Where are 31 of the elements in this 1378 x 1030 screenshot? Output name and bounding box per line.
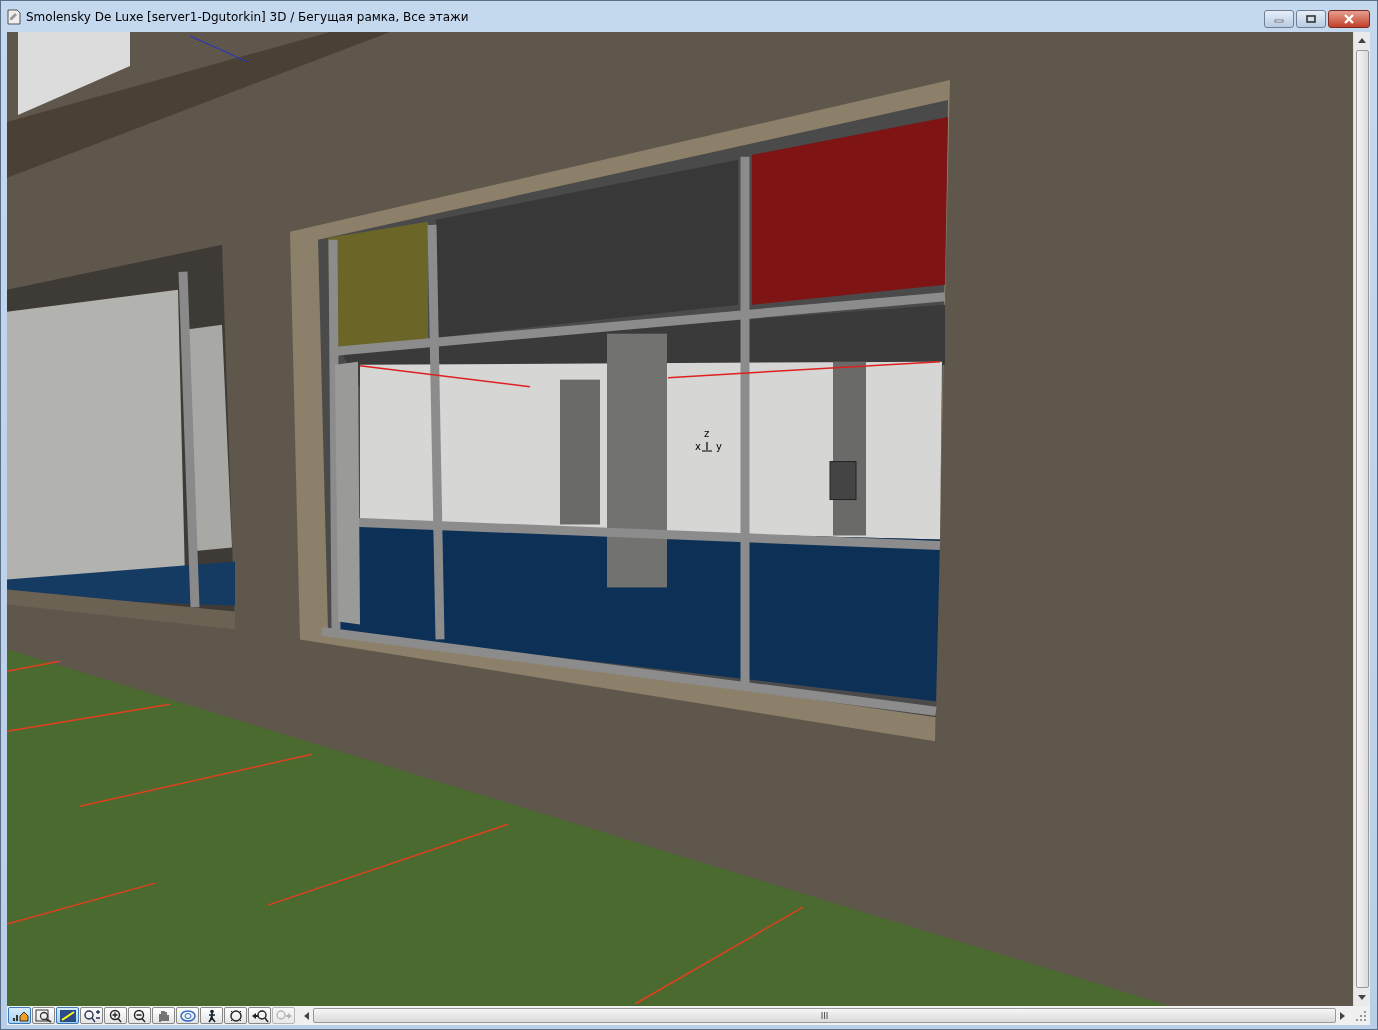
toolbar-button[interactable] — [32, 1007, 55, 1024]
toolbar-button[interactable] — [224, 1007, 247, 1024]
axis-label: z — [704, 429, 710, 439]
toolbar-button[interactable] — [8, 1007, 31, 1024]
document-icon — [7, 8, 21, 25]
scroll-down-icon[interactable] — [1358, 995, 1366, 1001]
toolbar-button[interactable] — [200, 1007, 223, 1024]
scroll-right-icon[interactable] — [1340, 1011, 1346, 1020]
close-button[interactable] — [1328, 10, 1370, 28]
forward-zoom-icon — [274, 1008, 293, 1023]
orbit-icon — [178, 1008, 197, 1023]
zoom-icon — [82, 1008, 101, 1023]
vertical-scrollbar[interactable] — [1353, 32, 1370, 1006]
axis-label: y — [716, 442, 722, 452]
window-title: Smolensky De Luxe [server1-Dgutorkin] 3D / Бегущая рамка, Все этажи — [26, 9, 469, 24]
toolbar-button[interactable] — [128, 1007, 151, 1024]
axis-origin-icon — [702, 442, 712, 452]
zoom-window-icon — [34, 1008, 53, 1023]
close-icon — [1343, 14, 1355, 24]
scrollbar-thumb[interactable] — [1355, 50, 1369, 988]
scroll-left-icon[interactable] — [303, 1011, 309, 1020]
axis-label: x — [695, 442, 701, 452]
toolbar-button[interactable] — [248, 1007, 271, 1024]
toolbar-button[interactable] — [104, 1007, 127, 1024]
toolbar-button[interactable] — [80, 1007, 103, 1024]
back-zoom-icon — [250, 1008, 269, 1023]
minimize-button[interactable] — [1264, 10, 1294, 28]
resize-grip-icon — [1355, 1009, 1367, 1022]
maximize-button[interactable] — [1296, 10, 1326, 28]
maximize-icon — [1306, 14, 1316, 24]
scroll-up-icon[interactable] — [1358, 37, 1366, 43]
